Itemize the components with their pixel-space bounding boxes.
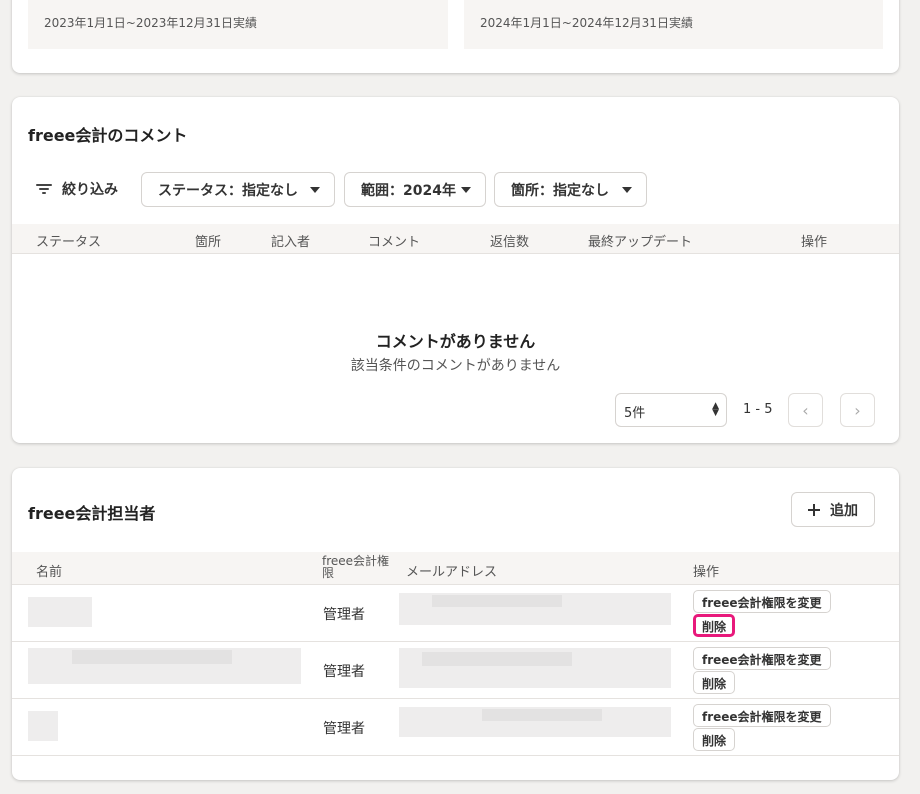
summary-card: 2023年1月1日~2023年12月31日実績 2024年1月1日~2024年1…	[12, 0, 899, 73]
place-filter-value: 箇所：指定なし	[511, 182, 609, 199]
redacted-name	[28, 711, 58, 741]
change-auth-button[interactable]: freee会計権限を変更	[693, 647, 831, 670]
column-header-place: 箇所	[195, 235, 222, 250]
column-header-email: メールアドレス	[406, 565, 498, 580]
delete-button[interactable]: 削除	[693, 614, 736, 637]
caret-down-icon	[461, 186, 471, 193]
next-page-button[interactable]: ›	[840, 393, 875, 427]
redacted-email-detail	[432, 595, 562, 607]
redacted-email-detail	[422, 652, 572, 666]
role-text: 管理者	[323, 607, 365, 623]
role-text: 管理者	[323, 721, 365, 737]
chevron-right-icon: ›	[854, 400, 861, 420]
status-filter-value: ステータス：指定なし	[158, 182, 298, 199]
add-staff-button[interactable]: 追加	[791, 492, 875, 527]
period-2023-label: 2023年1月1日~2023年12月31日実績	[44, 16, 257, 30]
redacted-name-detail	[72, 650, 232, 664]
prev-page-button[interactable]: ‹	[788, 393, 823, 427]
per-page-value: 5件	[624, 406, 646, 421]
period-2023-box: 2023年1月1日~2023年12月31日実績	[28, 0, 448, 49]
empty-state-subtitle: 該当条件のコメントがありません	[350, 358, 561, 374]
pagination-range: 1 - 5	[743, 402, 773, 417]
staff-card: freee会計担当者 追加 名前 freee会計権限 メールアドレス 操作 管理…	[12, 468, 899, 780]
caret-down-icon	[622, 186, 632, 193]
change-auth-button[interactable]: freee会計権限を変更	[693, 704, 831, 727]
add-staff-label: 追加	[830, 502, 858, 519]
column-header-author: 記入者	[271, 235, 311, 250]
updown-arrows-icon: ▲ ▼	[712, 401, 719, 418]
column-header-status: ステータス	[36, 235, 102, 250]
range-filter-dropdown[interactable]: 範囲：2024年	[344, 172, 486, 207]
delete-button[interactable]: 削除	[693, 728, 736, 751]
staff-table-header: 名前 freee会計権限 メールアドレス 操作	[12, 552, 899, 585]
status-filter-dropdown[interactable]: ステータス：指定なし	[141, 172, 335, 207]
chevron-left-icon: ‹	[802, 400, 809, 420]
table-row: 管理者 freee会計権限を変更 削除	[12, 699, 899, 756]
comments-title: freee会計のコメント	[28, 126, 188, 145]
period-2024-box: 2024年1月1日~2024年12月31日実績	[464, 0, 883, 49]
filter-label: 絞り込み	[62, 182, 118, 198]
redacted-email-detail	[482, 709, 602, 721]
delete-button[interactable]: 削除	[693, 671, 736, 694]
column-header-ops: 操作	[693, 565, 720, 580]
table-row: 管理者 freee会計権限を変更 削除	[12, 585, 899, 642]
empty-state-title: コメントがありません	[375, 332, 536, 351]
comments-table-header: ステータス 箇所 記入者 コメント 返信数 最終アップデート 操作	[12, 224, 899, 254]
redacted-name	[28, 597, 92, 627]
column-header-name: 名前	[36, 565, 63, 580]
range-filter-value: 範囲：2024年	[361, 182, 456, 199]
plus-icon	[808, 503, 820, 516]
period-2024-label: 2024年1月1日~2024年12月31日実績	[480, 16, 693, 30]
filter-icon	[36, 183, 52, 195]
filter-toggle[interactable]: 絞り込み	[36, 179, 118, 199]
column-header-last-update: 最終アップデート	[588, 235, 693, 250]
column-header-ops: 操作	[801, 235, 828, 250]
place-filter-dropdown[interactable]: 箇所：指定なし	[494, 172, 647, 207]
comments-card: freee会計のコメント 絞り込み ステータス：指定なし 範囲：2024年 箇所…	[12, 97, 899, 443]
change-auth-button[interactable]: freee会計権限を変更	[693, 590, 831, 613]
caret-down-icon	[310, 186, 320, 193]
per-page-select[interactable]: 5件 ▲ ▼	[615, 393, 727, 427]
column-header-comment: コメント	[368, 235, 421, 250]
table-row: 管理者 freee会計権限を変更 削除	[12, 642, 899, 699]
staff-title: freee会計担当者	[28, 504, 156, 523]
column-header-auth: freee会計権限	[322, 554, 390, 580]
column-header-replies: 返信数	[490, 235, 530, 250]
role-text: 管理者	[323, 664, 365, 680]
